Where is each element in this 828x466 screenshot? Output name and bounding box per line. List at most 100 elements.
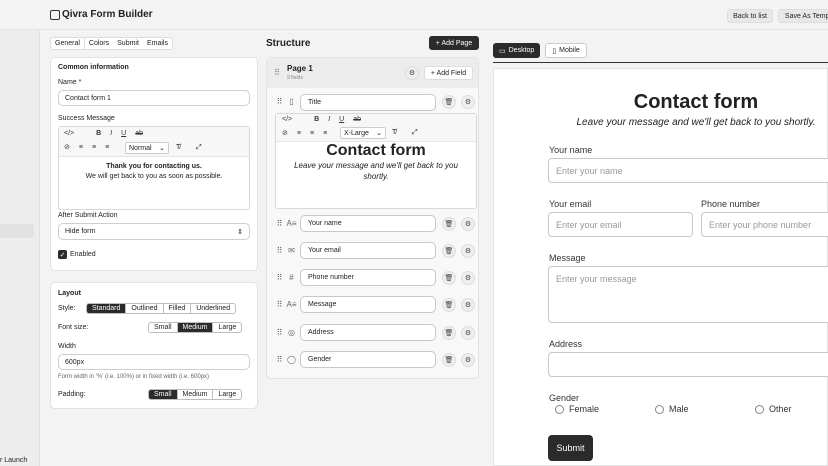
strikethrough-icon[interactable]: ab [135, 130, 143, 137]
font-medium[interactable]: Medium [177, 323, 214, 332]
structure-heading: Structure [266, 38, 311, 49]
bold-icon[interactable]: B [314, 116, 319, 123]
success-heading-select[interactable]: Normal ⌄ [125, 142, 169, 154]
gear-icon[interactable]: ⚙ [461, 271, 475, 285]
field-your-name[interactable]: Your name [300, 215, 436, 232]
save-as-template-button[interactable]: Save As Templ [778, 9, 828, 23]
style-filled[interactable]: Filled [164, 304, 192, 313]
drag-handle-icon[interactable]: ⠿ [274, 96, 285, 107]
bold-icon[interactable]: B [96, 130, 101, 137]
gear-icon[interactable]: ⚙ [461, 353, 475, 367]
field-gender[interactable]: Gender [300, 351, 436, 368]
left-strip-active-item[interactable] [0, 224, 34, 238]
align-left-icon[interactable]: ≡ [297, 130, 301, 137]
gender-female-radio[interactable]: Female [555, 404, 599, 414]
phone-label: Phone number [701, 199, 761, 209]
page-settings-icon[interactable]: ⚙ [405, 66, 419, 80]
link-icon[interactable]: ⊘ [64, 143, 70, 151]
gear-icon[interactable]: ⚙ [461, 326, 475, 340]
gender-other-radio[interactable]: Other [755, 404, 792, 414]
field-address[interactable]: Address [300, 324, 436, 341]
code-icon[interactable]: </> [282, 116, 292, 123]
trash-icon[interactable]: 🗑 [442, 326, 456, 340]
tab-desktop[interactable]: ▭ Desktop [493, 43, 541, 58]
email-label: Your email [549, 199, 592, 209]
strikethrough-icon[interactable]: ab [353, 116, 361, 123]
drag-handle-icon[interactable]: ⠿ [274, 354, 285, 365]
email-input[interactable]: Enter your email [548, 212, 693, 237]
drag-handle-icon[interactable]: ⠿ [274, 68, 280, 77]
gender-male-radio[interactable]: Male [655, 404, 689, 414]
trash-icon[interactable]: 🗑 [442, 95, 456, 109]
clear-format-icon[interactable]: T̸ [392, 129, 396, 136]
link-icon[interactable]: ⊘ [282, 129, 288, 137]
after-submit-select[interactable]: Hide form ⇕ [58, 223, 250, 240]
gear-icon[interactable]: ⚙ [461, 95, 475, 109]
address-label: Address [549, 339, 583, 349]
fullscreen-icon[interactable]: ⤢ [412, 129, 418, 137]
address-input[interactable] [548, 352, 828, 377]
message-textarea[interactable]: Enter your message [548, 266, 828, 323]
trash-icon[interactable]: 🗑 [442, 353, 456, 367]
align-right-icon[interactable]: ≡ [323, 130, 327, 137]
field-your-email[interactable]: Your email [300, 242, 436, 259]
code-icon[interactable]: </> [64, 130, 74, 137]
left-footer[interactable]: r Launch [0, 457, 27, 464]
tab-colors[interactable]: Colors [85, 38, 113, 49]
align-center-icon[interactable]: ≡ [310, 130, 314, 137]
desktop-icon: ▭ [499, 47, 506, 55]
gear-icon[interactable]: ⚙ [461, 244, 475, 258]
align-left-icon[interactable]: ≡ [79, 144, 83, 151]
font-small[interactable]: Small [149, 323, 178, 332]
drag-handle-icon[interactable]: ⠿ [274, 272, 285, 283]
tab-general[interactable]: General [51, 38, 85, 49]
align-right-icon[interactable]: ≡ [105, 144, 109, 151]
padding-large[interactable]: Large [213, 390, 241, 399]
padding-medium[interactable]: Medium [178, 390, 214, 399]
style-outlined[interactable]: Outlined [126, 304, 164, 313]
trash-icon[interactable]: 🗑 [442, 217, 456, 231]
clear-format-icon[interactable]: T̸ [176, 144, 180, 151]
tab-mobile[interactable]: ▯ Mobile [545, 43, 587, 58]
underline-icon[interactable]: U [339, 116, 344, 123]
trash-icon[interactable]: 🗑 [442, 244, 456, 258]
trash-icon[interactable]: 🗑 [442, 271, 456, 285]
mail-icon: ✉ [288, 246, 295, 255]
field-message[interactable]: Message [300, 296, 436, 313]
add-page-button[interactable]: + Add Page [429, 36, 479, 50]
font-large[interactable]: Large [213, 323, 241, 332]
style-underlined[interactable]: Underlined [191, 304, 235, 313]
title-field[interactable]: Title [300, 94, 436, 111]
success-toolbar-row1: </> B I U ab [64, 130, 143, 137]
page-count: 9 fields [287, 75, 303, 81]
style-standard[interactable]: Standard [87, 304, 127, 313]
success-heading-select-value: Normal [129, 144, 152, 152]
gear-icon[interactable]: ⚙ [461, 217, 475, 231]
phone-input[interactable]: Enter your phone number [701, 212, 828, 237]
trash-icon[interactable]: 🗑 [442, 298, 456, 312]
add-field-button[interactable]: + Add Field [424, 66, 473, 80]
tab-emails[interactable]: Emails [143, 38, 172, 49]
italic-icon[interactable]: I [110, 130, 112, 137]
gender-female-label: Female [569, 404, 600, 414]
field-phone-number[interactable]: Phone number [300, 269, 436, 286]
back-to-list-button[interactable]: Back to list [727, 9, 773, 23]
name-input[interactable]: Contact form 1 [58, 90, 250, 106]
fullscreen-icon[interactable]: ⤢ [196, 144, 202, 152]
underline-icon[interactable]: U [121, 130, 126, 137]
drag-handle-icon[interactable]: ⠿ [274, 245, 285, 256]
title-heading-select[interactable]: X-Large ⌄ [340, 127, 386, 139]
align-center-icon[interactable]: ≡ [92, 144, 96, 151]
submit-button[interactable]: Submit [548, 435, 593, 461]
drag-handle-icon[interactable]: ⠿ [274, 327, 285, 338]
gear-icon[interactable]: ⚙ [461, 298, 475, 312]
tab-submit[interactable]: Submit [113, 38, 143, 49]
drag-handle-icon[interactable]: ⠿ [274, 299, 285, 310]
name-input[interactable]: Enter your name [548, 158, 828, 183]
drag-handle-icon[interactable]: ⠿ [274, 218, 285, 229]
enabled-checkbox[interactable]: ✓ [58, 250, 67, 259]
map-icon: ◎ [288, 328, 295, 337]
width-input[interactable]: 600px [58, 354, 250, 370]
padding-small[interactable]: Small [149, 390, 178, 399]
italic-icon[interactable]: I [328, 116, 330, 123]
